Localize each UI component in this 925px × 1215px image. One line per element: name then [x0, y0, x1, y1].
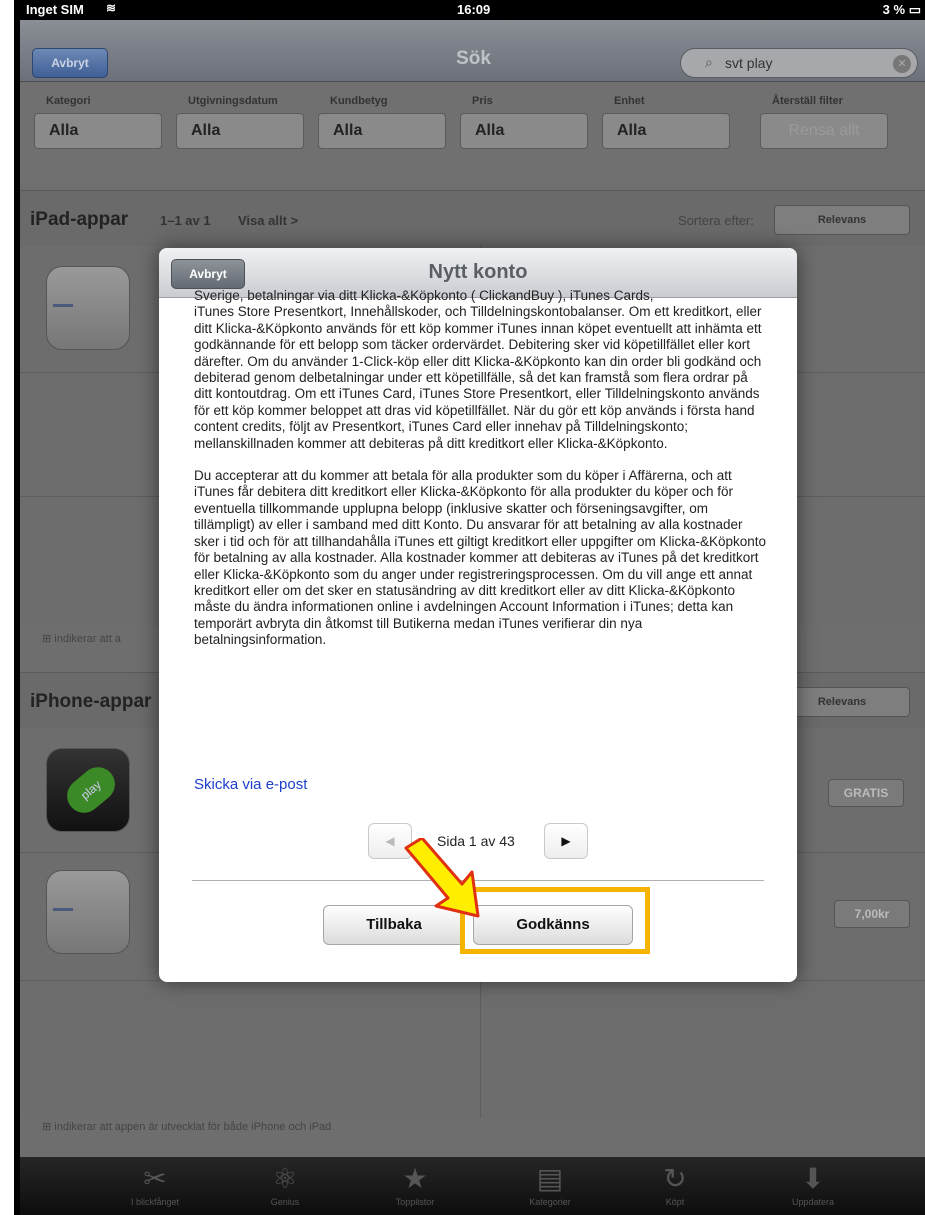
result-count: 1–1 av 1: [160, 213, 211, 228]
clear-search-icon[interactable]: ✕: [893, 55, 911, 73]
price-button[interactable]: 7,00kr: [834, 900, 910, 928]
terms-paragraph: Du accepterar att du kommer att betala f…: [194, 468, 767, 648]
tab-label: I blickfånget: [130, 1197, 180, 1207]
scissors-icon: ✂: [143, 1163, 167, 1194]
sort-label: Sortera efter:: [678, 213, 754, 228]
filter-reset[interactable]: Återställ filter Rensa allt: [760, 95, 888, 149]
app-logo-icon: ▬▬: [53, 299, 73, 310]
highlight-box: [460, 887, 650, 954]
filter-rating[interactable]: Kundbetyg Alla: [318, 95, 446, 149]
universal-app-note: ⊞ indikerar att a: [42, 632, 121, 645]
filter-value[interactable]: Alla: [176, 113, 304, 149]
filter-bar: Kategori Alla Utgivningsdatum Alla Kundb…: [20, 83, 925, 183]
tab-label: Genius: [270, 1197, 300, 1207]
app-logo-icon: ▬▬: [53, 903, 73, 914]
wifi-icon: ≋: [106, 1, 117, 15]
email-link[interactable]: Skicka via e-post: [194, 776, 307, 793]
app-icon[interactable]: ▬▬: [46, 266, 130, 350]
sort-dropdown[interactable]: Relevans: [774, 205, 910, 235]
note-text: indikerar att a: [54, 633, 121, 645]
tab-featured[interactable]: ✂ I blickfånget: [100, 1161, 210, 1207]
plus-icon: ⊞: [42, 1121, 52, 1133]
search-icon: ⌕: [705, 54, 713, 70]
filter-category[interactable]: Kategori Alla: [34, 95, 162, 149]
section-title: iPhone-appar: [30, 691, 152, 712]
terms-paragraph: iTunes Store Presentkort, Innehållskoder…: [194, 304, 762, 451]
stack-icon: ▤: [536, 1163, 564, 1194]
battery-icon: ▭: [908, 2, 921, 17]
navigation-bar: Avbryt Sök ⌕ svt play ✕: [20, 20, 925, 82]
battery-indicator: 3 % ▭: [883, 2, 921, 18]
terms-cut-line: Sverige, betalningar via ditt Klicka-&Kö…: [194, 288, 654, 303]
filter-label: Kategori: [46, 95, 91, 107]
tab-label: Uppdatera: [791, 1197, 835, 1207]
ipad-apps-header: iPad-appar 1–1 av 1 Visa allt > Sortera …: [20, 190, 925, 246]
filter-label: Pris: [472, 95, 493, 107]
star-icon: ★: [402, 1163, 428, 1194]
tab-purchased[interactable]: ↻ Köpt: [620, 1161, 730, 1207]
section-title: iPad-appar: [30, 209, 129, 230]
filter-label: Kundbetyg: [330, 95, 388, 107]
filter-price[interactable]: Pris Alla: [460, 95, 588, 149]
terms-text: Sverige, betalningar via ditt Klicka-&Kö…: [194, 288, 769, 665]
carrier-label: Inget SIM: [26, 2, 84, 17]
tab-updates[interactable]: ⬇ Uppdatera: [758, 1161, 868, 1207]
tab-label: Kategorier: [529, 1197, 571, 1207]
universal-app-note-full: ⊞ indikerar att appen är utvecklat för b…: [42, 1120, 331, 1133]
filter-label: Utgivningsdatum: [188, 95, 278, 107]
tab-bar: ✂ I blickfånget ⚛ Genius ★ Topplistor ▤ Kate…: [20, 1157, 925, 1215]
filter-value[interactable]: Alla: [34, 113, 162, 149]
search-field[interactable]: ⌕ svt play ✕: [680, 48, 918, 78]
svt-play-app-icon[interactable]: play: [46, 748, 130, 832]
tab-top-charts[interactable]: ★ Topplistor: [360, 1161, 470, 1207]
tab-genius[interactable]: ⚛ Genius: [230, 1161, 340, 1207]
clock: 16:09: [457, 2, 491, 17]
play-pill-icon: play: [60, 760, 122, 820]
battery-percent: 3 %: [882, 2, 906, 17]
atom-icon: ⚛: [272, 1163, 298, 1194]
clear-all-button[interactable]: Rensa allt: [760, 113, 888, 149]
filter-value[interactable]: Alla: [460, 113, 588, 149]
refresh-icon: ↻: [663, 1163, 687, 1194]
dialog-title: Nytt konto: [428, 261, 528, 283]
download-icon: ⬇: [801, 1163, 825, 1194]
filter-device[interactable]: Enhet Alla: [602, 95, 730, 149]
tab-label: Köpt: [665, 1197, 685, 1207]
status-bar: Inget SIM ≋ 16:09 3 % ▭: [20, 0, 925, 20]
pointer-arrow-icon: [404, 838, 480, 918]
app-icon[interactable]: ▬▬: [46, 870, 130, 954]
tab-categories[interactable]: ▤ Kategorier: [495, 1161, 605, 1207]
filter-release-date[interactable]: Utgivningsdatum Alla: [176, 95, 304, 149]
filter-value[interactable]: Alla: [318, 113, 446, 149]
tab-label: Topplistor: [395, 1197, 435, 1207]
note-text: indikerar att appen är utvecklat för båd…: [54, 1121, 332, 1133]
filter-label: Enhet: [614, 95, 645, 107]
filter-value[interactable]: Alla: [602, 113, 730, 149]
arrow-right-icon: ▶: [561, 834, 571, 848]
search-input[interactable]: svt play: [725, 55, 772, 71]
next-page-button[interactable]: ▶: [544, 823, 588, 859]
see-all-link[interactable]: Visa allt >: [238, 213, 298, 228]
free-button[interactable]: GRATIS: [828, 779, 904, 807]
arrow-left-icon: ◀: [385, 834, 395, 848]
plus-icon: ⊞: [42, 633, 52, 645]
filter-label: Återställ filter: [772, 95, 843, 107]
